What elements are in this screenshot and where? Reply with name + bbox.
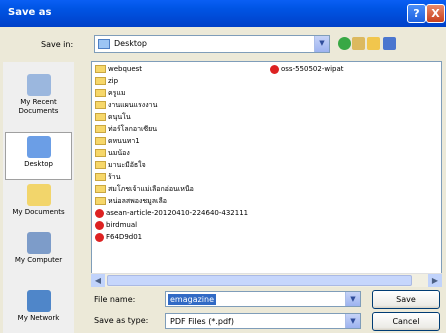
place-label: My Computer bbox=[14, 256, 63, 264]
scroll-thumb[interactable] bbox=[107, 275, 412, 286]
pdf-icon bbox=[95, 208, 104, 218]
list-item[interactable]: F64D9d01 bbox=[95, 232, 142, 243]
help-button[interactable]: ? bbox=[407, 4, 426, 23]
save-in-label: Save in: bbox=[41, 40, 74, 49]
list-item[interactable]: ร้าน bbox=[95, 172, 120, 183]
pdf-icon bbox=[270, 64, 279, 74]
save-type-value: PDF Files (*.pdf) bbox=[170, 317, 234, 326]
list-item[interactable]: zip bbox=[95, 76, 118, 87]
scroll-right-icon[interactable]: ▶ bbox=[428, 274, 442, 287]
folder-icon bbox=[95, 77, 106, 85]
place-label: My Network bbox=[17, 314, 60, 322]
list-item[interactable]: ท่อร์โลกอาเซียน bbox=[95, 124, 157, 135]
list-item[interactable]: ครูแม bbox=[95, 88, 126, 99]
list-item[interactable]: oss-550502-wipat bbox=[270, 64, 344, 75]
back-icon[interactable] bbox=[338, 37, 351, 50]
list-item[interactable]: นมน้อง bbox=[95, 148, 130, 159]
views-icon[interactable] bbox=[383, 37, 396, 50]
desktop-icon bbox=[26, 136, 51, 158]
desktop-folder-icon bbox=[98, 39, 110, 49]
file-name-input[interactable]: emagazine ▼ bbox=[165, 291, 361, 307]
list-item[interactable]: สมโภชเจ้าแม่เลือกอ่อนเหนือ bbox=[95, 184, 194, 195]
folder-icon bbox=[95, 173, 106, 181]
place-label: My Recent Documents bbox=[18, 98, 59, 115]
folder-icon bbox=[95, 185, 106, 193]
list-item[interactable]: หน่อลสพองชมูลเลือ bbox=[95, 196, 167, 207]
places-bar: My Recent Documents Desktop My Documents… bbox=[3, 62, 74, 333]
pdf-icon bbox=[95, 220, 104, 230]
scroll-left-icon[interactable]: ◀ bbox=[91, 274, 105, 287]
up-folder-icon[interactable] bbox=[352, 37, 365, 50]
place-my-documents[interactable]: My Documents bbox=[5, 184, 72, 217]
list-item[interactable]: asean-article-20120410-224640-432111 bbox=[95, 208, 248, 219]
chevron-down-icon[interactable]: ▼ bbox=[345, 292, 360, 306]
list-item[interactable]: งานแผนแรงงาน bbox=[95, 100, 157, 111]
chevron-down-icon[interactable]: ▼ bbox=[345, 314, 360, 328]
folder-icon bbox=[95, 161, 106, 169]
title-bar: Save as ? X bbox=[0, 0, 446, 27]
cancel-button[interactable]: Cancel bbox=[372, 312, 440, 331]
folder-icon bbox=[95, 89, 106, 97]
horizontal-scrollbar[interactable]: ◀ ▶ bbox=[91, 273, 442, 287]
list-item[interactable]: ดหนนทา1 bbox=[95, 136, 140, 147]
my-documents-icon bbox=[26, 184, 51, 206]
my-computer-icon bbox=[26, 232, 51, 254]
folder-icon bbox=[95, 149, 106, 157]
place-my-network[interactable]: My Network bbox=[5, 290, 72, 323]
chevron-down-icon[interactable]: ▼ bbox=[314, 36, 329, 52]
my-network-icon bbox=[26, 290, 51, 312]
list-item[interactable]: birdmual bbox=[95, 220, 137, 231]
place-label: My Documents bbox=[12, 208, 65, 216]
folder-icon bbox=[95, 125, 106, 133]
place-label: Desktop bbox=[24, 160, 53, 168]
place-desktop[interactable]: Desktop bbox=[5, 132, 72, 180]
file-name-value: emagazine bbox=[168, 294, 217, 305]
folder-icon bbox=[95, 65, 106, 73]
place-recent-documents[interactable]: My Recent Documents bbox=[5, 74, 72, 116]
new-folder-icon[interactable] bbox=[367, 37, 380, 50]
pdf-icon bbox=[95, 232, 104, 242]
save-button[interactable]: Save bbox=[372, 290, 440, 309]
file-list[interactable]: webquest zip ครูแม งานแผนแรงงาน ดนุนโน ท… bbox=[91, 61, 442, 287]
folder-icon bbox=[95, 137, 106, 145]
list-item[interactable]: webquest bbox=[95, 64, 142, 75]
folder-icon bbox=[95, 197, 106, 205]
save-type-label: Save as type: bbox=[94, 316, 149, 325]
file-name-label: File name: bbox=[94, 295, 136, 304]
close-button[interactable]: X bbox=[426, 4, 445, 23]
folder-icon bbox=[95, 113, 106, 121]
recent-docs-icon bbox=[26, 74, 51, 96]
folder-icon bbox=[95, 101, 106, 109]
place-my-computer[interactable]: My Computer bbox=[5, 232, 72, 265]
save-in-dropdown[interactable]: Desktop ▼ bbox=[94, 35, 330, 53]
list-item[interactable]: ดนุนโน bbox=[95, 112, 131, 123]
save-type-dropdown[interactable]: PDF Files (*.pdf) ▼ bbox=[165, 313, 361, 329]
window-title: Save as bbox=[8, 7, 52, 18]
save-in-value: Desktop bbox=[114, 39, 147, 48]
list-item[interactable]: มานะมีอัธใจ bbox=[95, 160, 146, 171]
